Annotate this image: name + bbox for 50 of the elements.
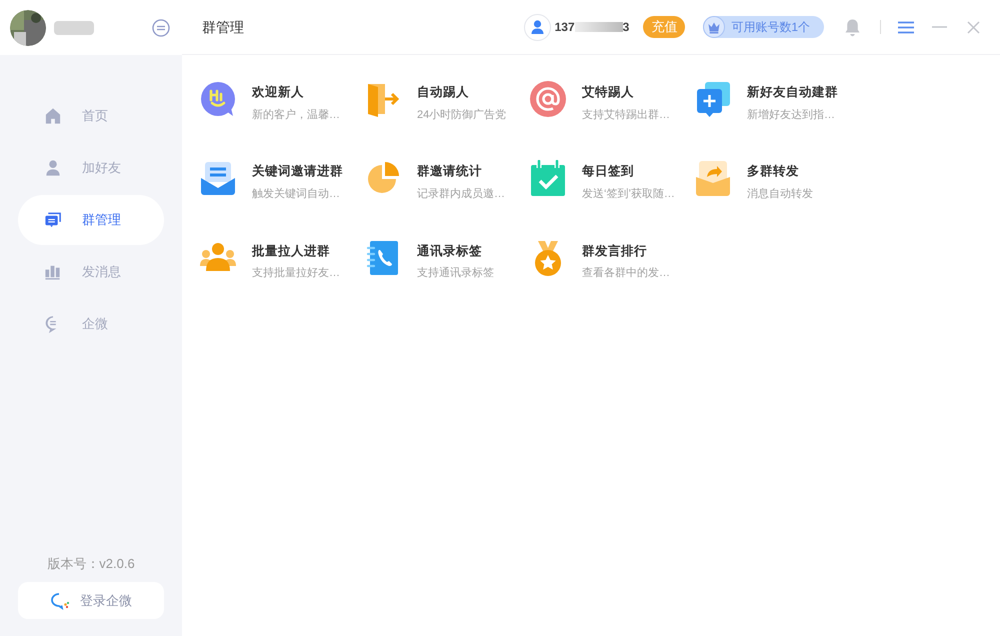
- envelope-icon[interactable]: [200, 160, 236, 196]
- feature-title[interactable]: 关键词邀请进群: [252, 162, 343, 181]
- feature-description: 新增好友达到指…: [747, 108, 836, 123]
- home-icon: [44, 107, 62, 125]
- minimize-icon[interactable]: [932, 26, 947, 28]
- feature-description: 支持批量拉好友…: [252, 266, 340, 282]
- chat-window-icon: [44, 211, 62, 229]
- page-title: 群管理: [202, 18, 244, 36]
- bar-chart-icon: [44, 263, 62, 281]
- at-sign-icon[interactable]: [530, 81, 566, 117]
- feature-title[interactable]: 新好友自动建群: [747, 83, 838, 102]
- user-icon[interactable]: [524, 14, 551, 40]
- feature-title[interactable]: 群邀请统计: [417, 162, 505, 181]
- feature-description: 支持通讯录标签: [417, 266, 494, 282]
- bell-icon[interactable]: [844, 18, 861, 36]
- phone-number: 3: [622, 19, 630, 36]
- speech-bubble-icon[interactable]: [200, 81, 236, 117]
- feature-description: 发送‘签到’获取随…: [582, 187, 675, 202]
- feature-title[interactable]: 通讯录标签: [417, 242, 494, 260]
- version-text: 版本号：v2.0.6: [47, 554, 135, 572]
- close-icon[interactable]: [967, 20, 980, 34]
- nav-item[interactable]: 群管理: [18, 195, 164, 245]
- phone-book-icon[interactable]: [365, 240, 401, 276]
- feature-description: 查看各群中的发…: [582, 266, 670, 282]
- door-arrow-icon[interactable]: [365, 81, 401, 117]
- menu-icon[interactable]: [898, 20, 914, 34]
- feature-description: 记录群内成员邀…: [417, 187, 505, 202]
- feature-description: 新的客户，温馨…: [252, 108, 340, 123]
- feature-title[interactable]: 每日签到: [582, 162, 675, 181]
- feature-description: 消息自动转发: [747, 187, 813, 202]
- accounts-text: 可用账号数1个: [731, 19, 810, 36]
- feature-title[interactable]: 群发言排行: [582, 242, 670, 260]
- blurred-name: [54, 20, 94, 34]
- collapse-icon[interactable]: [152, 18, 170, 36]
- feature-title[interactable]: 自动踢人: [417, 83, 506, 102]
- calendar-check-icon[interactable]: [530, 160, 566, 196]
- blurred-phone: [574, 22, 623, 32]
- chat-plus-icon[interactable]: [695, 81, 731, 117]
- chat-bubble-icon: [50, 592, 70, 610]
- envelope-share-icon[interactable]: [695, 160, 731, 196]
- feature-description: 触发关键词自动…: [252, 186, 341, 202]
- phone-number: 137: [554, 19, 575, 36]
- feature-description: 24小时防御广告党: [417, 108, 506, 123]
- feature-title[interactable]: 多群转发: [747, 162, 813, 181]
- feature-title[interactable]: 艾特踢人: [582, 83, 670, 102]
- crown-icon: [703, 16, 726, 38]
- feature-title[interactable]: 欢迎新人: [252, 83, 340, 102]
- feature-description: 支持艾特踢出群…: [582, 108, 670, 123]
- person-icon: [44, 159, 62, 177]
- feature-title[interactable]: 批量拉人进群: [252, 242, 340, 260]
